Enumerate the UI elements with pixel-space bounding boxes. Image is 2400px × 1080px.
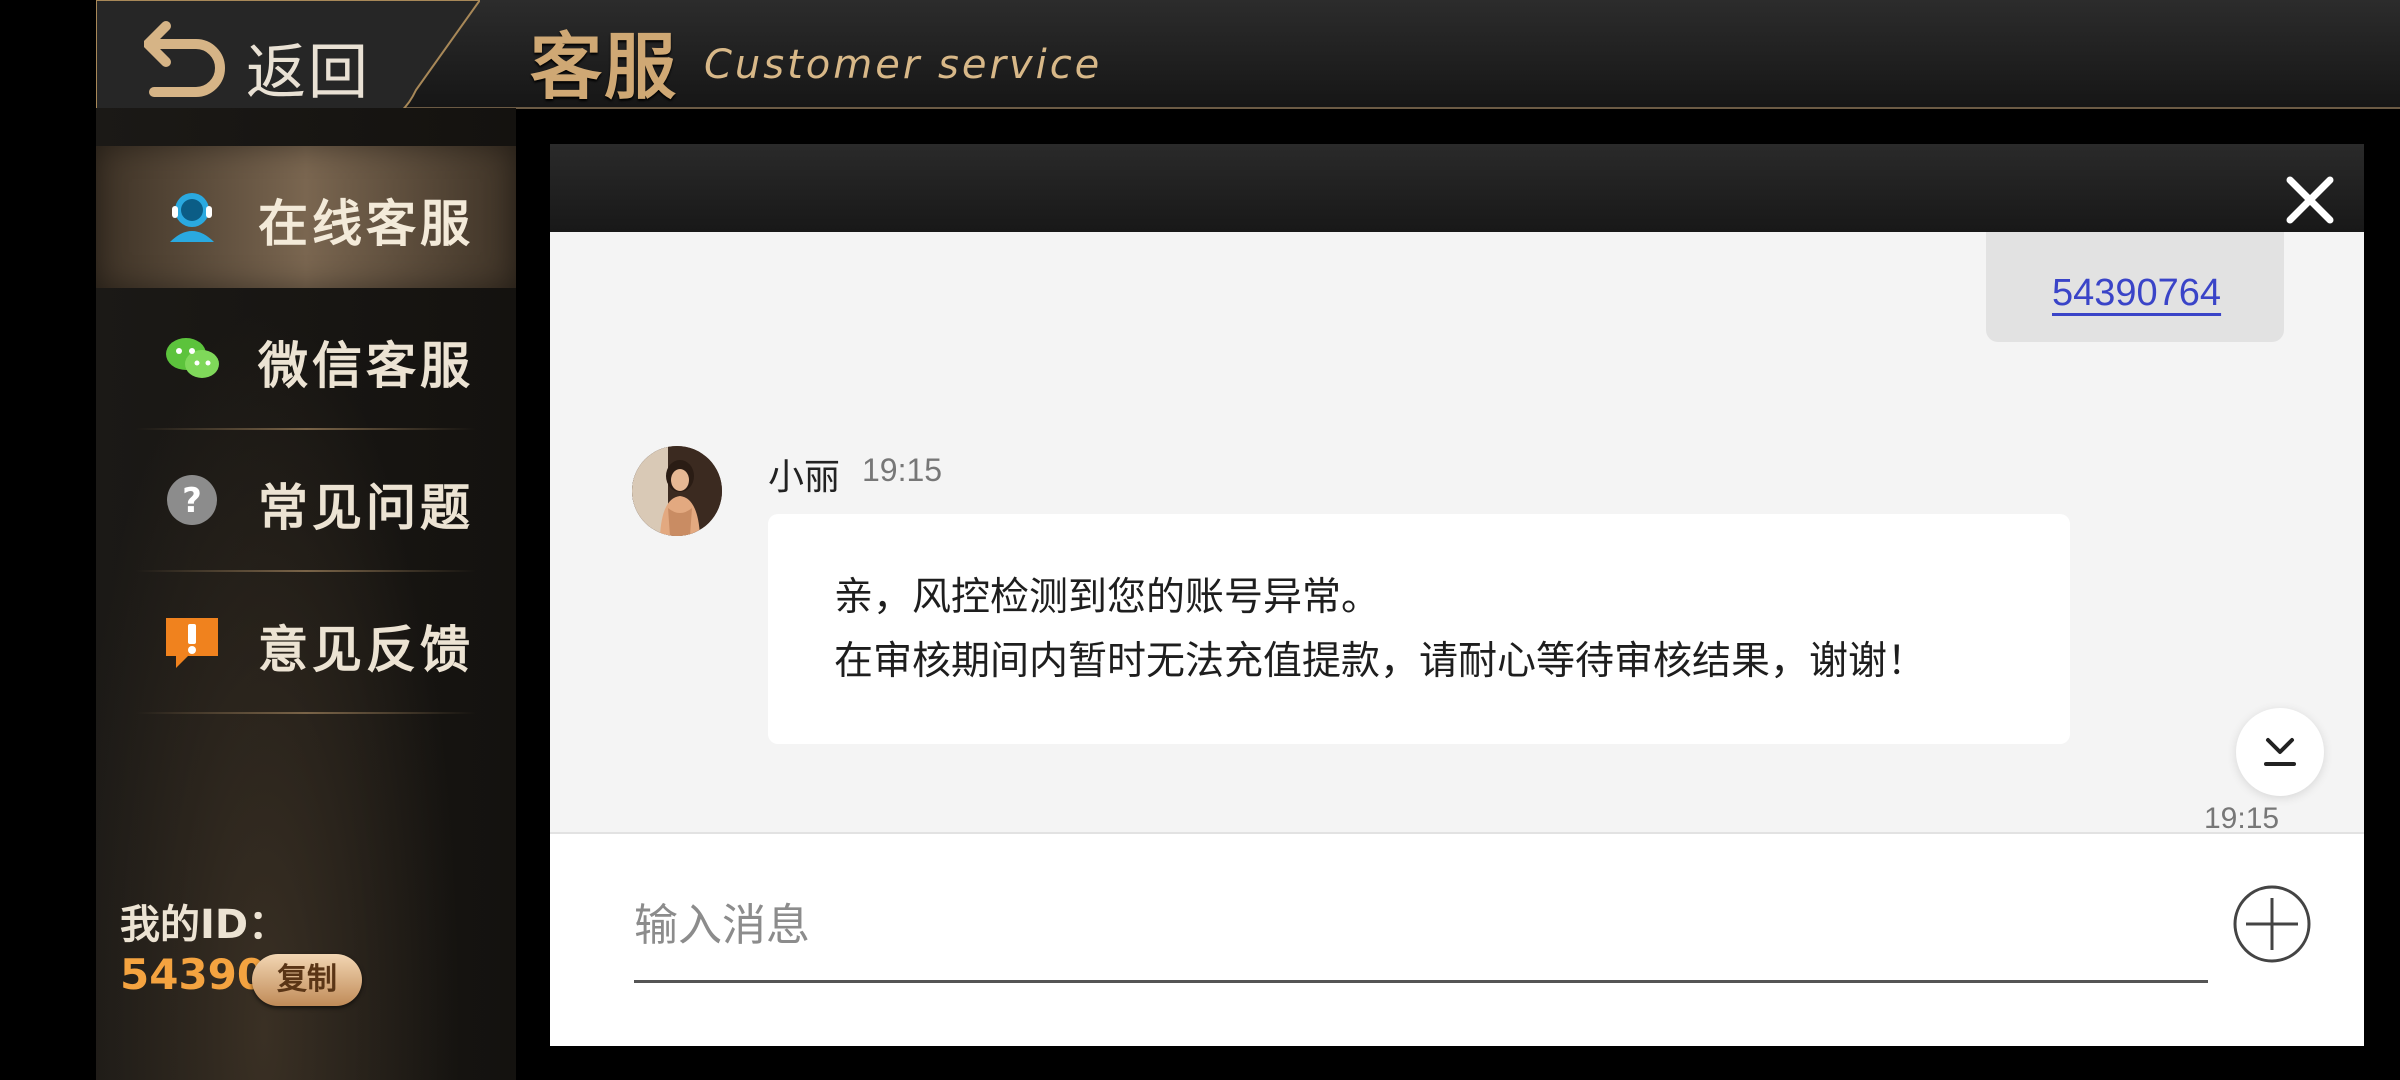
add-attachment-icon[interactable]: [2232, 884, 2312, 964]
incoming-message: 亲，风控检测到您的账号异常。 在审核期间内暂时无法充值提款，请耐心等待审核结果，…: [768, 514, 2070, 744]
scroll-to-bottom-button[interactable]: [2236, 708, 2324, 796]
chevron-down-icon: [2264, 738, 2296, 766]
outgoing-message-link[interactable]: 54390764: [2052, 272, 2221, 315]
page-subtitle: Customer service: [704, 42, 1103, 88]
sidebar-item-label: 常见问题: [258, 479, 474, 537]
message-time: 19:15: [862, 452, 943, 488]
sidebar-item-feedback[interactable]: 意见反馈: [96, 572, 516, 714]
back-label: 返回: [246, 38, 370, 108]
copy-id-button[interactable]: 复制: [252, 954, 362, 1006]
sidebar-item-label: 在线客服: [258, 195, 474, 253]
outgoing-message: 54390764: [1986, 232, 2284, 342]
sidebar-item-label: 意见反馈: [258, 621, 474, 679]
sidebar-item-wechat[interactable]: 微信客服: [96, 288, 516, 430]
message-line-2: 在审核期间内暂时无法充值提款，请耐心等待审核结果，谢谢！: [834, 639, 1927, 684]
chat-panel: 54390764 小丽 19:15 亲，风控检测到您的账号异常。 在审核期间内暂…: [550, 144, 2364, 1046]
avatar-image: [632, 446, 722, 536]
sidebar-item-label: 微信客服: [258, 337, 474, 395]
my-id-label: 我的ID：: [120, 902, 289, 948]
message-input[interactable]: [634, 870, 2208, 983]
sender-name: 小丽: [768, 457, 841, 498]
wechat-icon: [166, 338, 219, 378]
back-arrow-icon: [144, 21, 225, 97]
chat-topbar: [550, 144, 2364, 232]
back-button[interactable]: 返回: [96, 0, 480, 122]
svg-text:?: ?: [182, 481, 202, 521]
sidebar-item-online-support[interactable]: 在线客服: [96, 146, 516, 288]
divider: [136, 712, 476, 714]
online-support-icon: [170, 193, 214, 242]
close-icon[interactable]: [2280, 170, 2340, 230]
sidebar: 在线客服 微信客服 ? 常见问题 意见反馈 我的ID：54390764 复制: [96, 108, 516, 1080]
timestamp: 19:15: [2204, 802, 2280, 830]
page-title: 客服: [530, 25, 679, 109]
message-line-1: 亲，风控检测到您的账号异常。: [834, 575, 1381, 620]
avatar: [632, 446, 722, 536]
question-icon: ?: [167, 475, 217, 525]
sidebar-item-faq[interactable]: ? 常见问题: [96, 430, 516, 572]
input-area: [550, 832, 2364, 1046]
feedback-icon: [166, 618, 218, 668]
